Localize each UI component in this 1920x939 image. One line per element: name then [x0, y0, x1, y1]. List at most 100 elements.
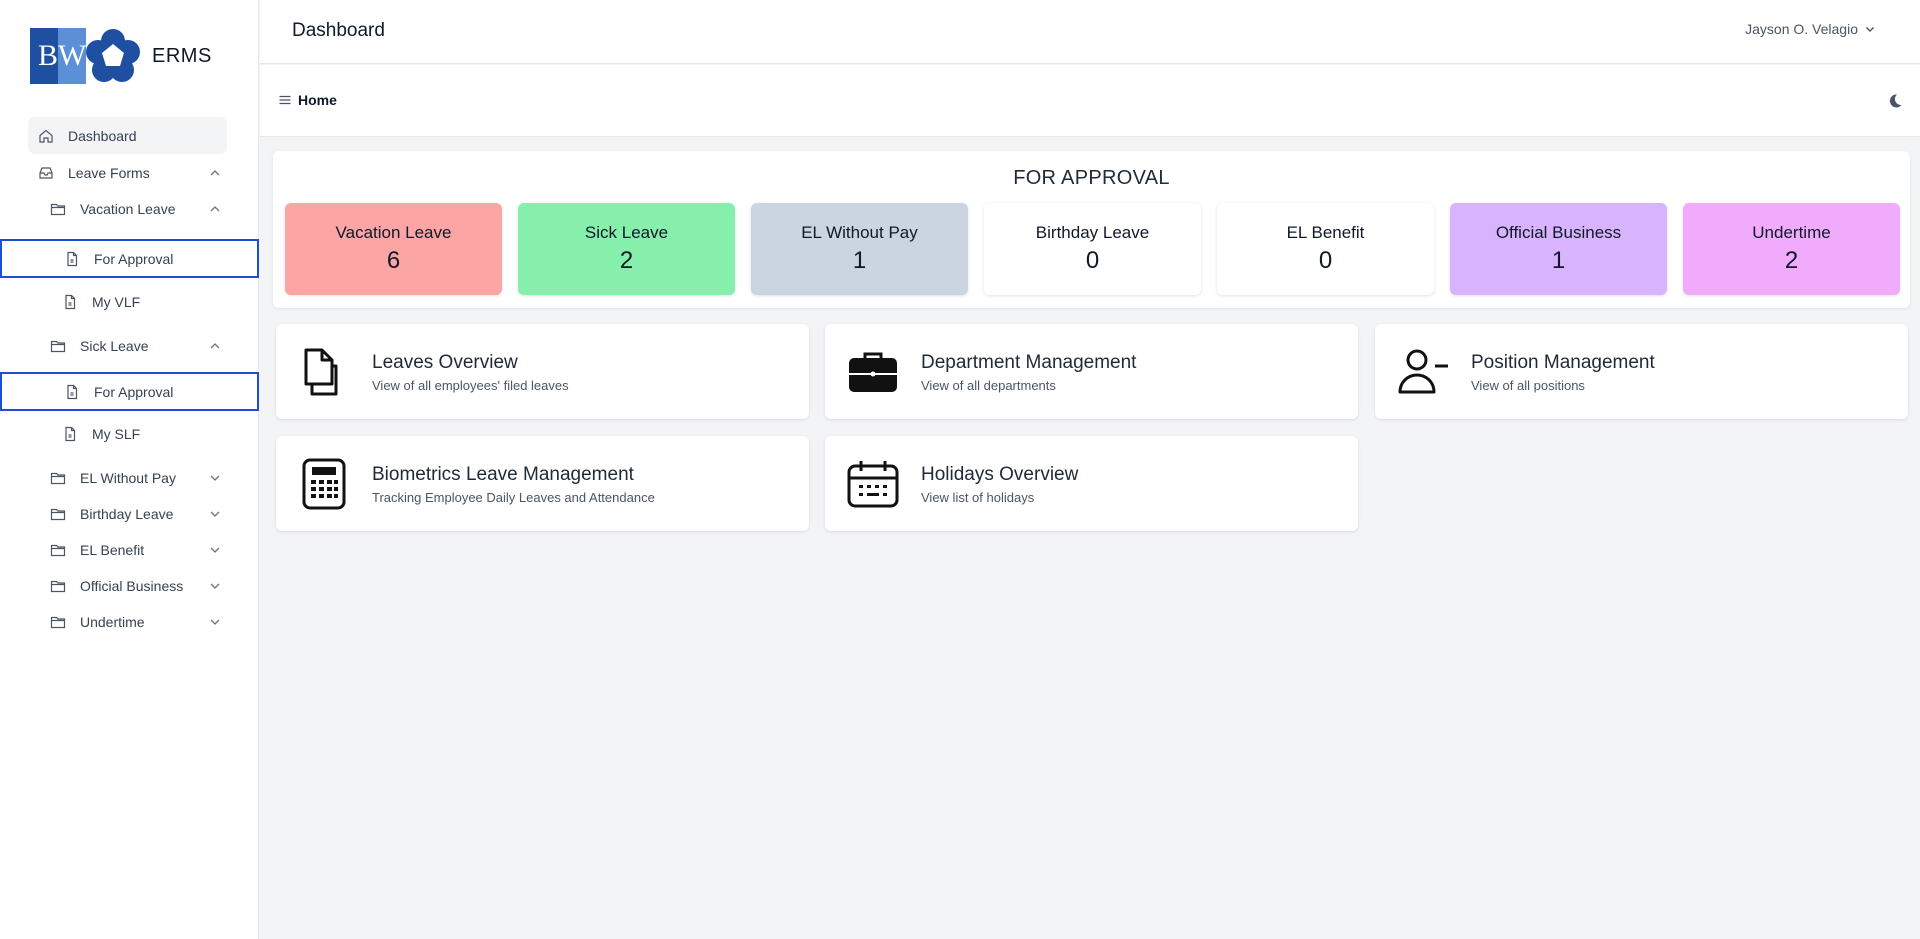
sidebar-item-leave-forms[interactable]: Leave Forms — [38, 161, 228, 185]
card-subtitle: View of all departments — [921, 378, 1056, 393]
logo-letter-w: W — [58, 28, 86, 84]
card-title: Position Management — [1471, 352, 1655, 373]
top-header: Dashboard Jayson O. Velagio — [260, 0, 1920, 64]
inbox-icon — [39, 167, 53, 179]
calculator-icon — [302, 458, 346, 510]
stat-label: Official Business — [1495, 223, 1622, 242]
sidebar-item-label: My SLF — [92, 426, 141, 442]
chevron-down-icon — [210, 583, 220, 589]
card-title: Holidays Overview — [921, 464, 1079, 485]
sidebar-item-vacation-for-approval[interactable]: For Approval — [0, 239, 259, 278]
card-department-management[interactable]: Department Management View of all depart… — [825, 324, 1358, 419]
card-subtitle: View of all employees' filed leaves — [372, 378, 569, 393]
user-minus-icon — [1398, 349, 1448, 394]
stat-label: Undertime — [1752, 223, 1831, 242]
stat-tile-undertime[interactable]: Undertime 2 — [1683, 203, 1900, 295]
stat-label: EL Benefit — [1286, 223, 1365, 242]
card-position-management[interactable]: Position Management View of all position… — [1375, 324, 1908, 419]
sidebar-item-undertime[interactable]: Undertime — [50, 610, 228, 634]
sidebar-item-label: For Approval — [94, 250, 174, 267]
stat-count: 2 — [619, 247, 634, 274]
sidebar-item-my-slf[interactable]: My SLF — [62, 422, 222, 446]
sidebar-item-official-business[interactable]: Official Business — [50, 574, 228, 598]
card-biometrics-leave-management[interactable]: Biometrics Leave Management Tracking Emp… — [276, 436, 809, 531]
document-icon — [67, 384, 78, 399]
chevron-down-icon — [1866, 27, 1874, 32]
stat-tile-birthday-leave[interactable]: Birthday Leave 0 — [984, 203, 1201, 295]
sidebar-item-vacation-leave[interactable]: Vacation Leave — [50, 197, 228, 221]
stat-count: 6 — [386, 247, 401, 274]
sidebar-item-label: My VLF — [92, 294, 141, 310]
sidebar-item-el-without-pay[interactable]: EL Without Pay — [50, 466, 228, 490]
stat-label: Birthday Leave — [1035, 223, 1150, 242]
card-title: Biometrics Leave Management — [372, 464, 634, 485]
sidebar-item-label: Sick Leave — [80, 338, 149, 354]
folder-icon — [50, 544, 66, 557]
briefcase-icon — [849, 352, 897, 392]
sidebar-item-label: Birthday Leave — [80, 506, 174, 522]
chevron-down-icon — [210, 547, 220, 553]
user-menu[interactable]: Jayson O. Velagio — [1745, 21, 1876, 37]
document-icon — [67, 251, 78, 266]
user-name: Jayson O. Velagio — [1745, 21, 1858, 37]
breadcrumb-bar: Home — [260, 65, 1920, 137]
for-approval-panel: FOR APPROVAL Vacation Leave 6 Sick Leave 2 E… — [273, 151, 1910, 308]
home-icon — [39, 129, 53, 143]
folder-icon — [50, 616, 66, 629]
document-icon — [65, 294, 76, 310]
sidebar-item-label: Undertime — [80, 614, 145, 630]
stat-count: 2 — [1784, 247, 1799, 274]
flower-logo-icon — [86, 29, 140, 82]
breadcrumb[interactable]: Home — [278, 92, 337, 108]
card-holidays-overview[interactable]: Holidays Overview View list of holidays — [825, 436, 1358, 531]
stat-label: EL Without Pay — [801, 223, 918, 242]
folder-icon — [50, 508, 66, 521]
stat-count: 1 — [1551, 247, 1566, 274]
chevron-down-icon — [210, 511, 220, 517]
page-title: Dashboard — [292, 20, 385, 41]
documents-icon — [304, 348, 338, 396]
card-leaves-overview[interactable]: Leaves Overview View of all employees' f… — [276, 324, 809, 419]
stat-count: 0 — [1085, 247, 1100, 274]
breadcrumb-home[interactable]: Home — [298, 92, 337, 108]
folder-icon — [50, 203, 66, 216]
stat-tile-sick-leave[interactable]: Sick Leave 2 — [518, 203, 735, 295]
sidebar-item-my-vlf[interactable]: My VLF — [62, 290, 222, 314]
sidebar-item-el-benefit[interactable]: EL Benefit — [50, 538, 228, 562]
folder-icon — [50, 472, 66, 485]
card-title: Department Management — [921, 352, 1137, 373]
sidebar-item-label: EL Without Pay — [80, 470, 176, 486]
moon-icon[interactable] — [1886, 92, 1904, 110]
stat-tile-el-benefit[interactable]: EL Benefit 0 — [1217, 203, 1434, 295]
stat-tile-official-business[interactable]: Official Business 1 — [1450, 203, 1667, 295]
chevron-up-icon — [210, 343, 220, 349]
stat-count: 0 — [1318, 247, 1333, 274]
sidebar-item-sick-leave[interactable]: Sick Leave — [50, 334, 228, 358]
sidebar-item-label: Vacation Leave — [80, 201, 176, 217]
card-title: Leaves Overview — [372, 352, 518, 373]
calendar-icon — [847, 461, 899, 508]
app-name: ERMS — [152, 44, 212, 67]
card-subtitle: View list of holidays — [921, 490, 1035, 505]
menu-icon[interactable] — [278, 93, 292, 107]
stat-label: Sick Leave — [584, 223, 669, 242]
sidebar-item-label: For Approval — [94, 383, 174, 400]
sidebar-item-dashboard[interactable]: Dashboard — [28, 117, 227, 154]
stat-tile-vacation-leave[interactable]: Vacation Leave 6 — [285, 203, 502, 295]
chevron-up-icon — [210, 206, 220, 212]
sidebar-item-label: EL Benefit — [80, 542, 145, 558]
sidebar-item-sick-for-approval[interactable]: For Approval — [0, 372, 259, 411]
sidebar: B W ERMS Dashboard Leave Forms Vacation … — [0, 0, 259, 939]
for-approval-title: FOR APPROVAL — [1013, 167, 1170, 189]
app-logo[interactable]: B W ERMS — [30, 27, 212, 85]
folder-icon — [50, 580, 66, 593]
bw-logo: B W — [30, 28, 86, 84]
sidebar-item-label: Dashboard — [68, 127, 137, 144]
logo-letter-b: B — [30, 28, 58, 84]
stat-count: 1 — [852, 247, 867, 274]
card-subtitle: Tracking Employee Daily Leaves and Atten… — [372, 490, 655, 505]
sidebar-item-birthday-leave[interactable]: Birthday Leave — [50, 502, 228, 526]
stat-label: Vacation Leave — [335, 223, 452, 242]
stat-tile-el-without-pay[interactable]: EL Without Pay 1 — [751, 203, 968, 295]
document-icon — [65, 426, 76, 442]
